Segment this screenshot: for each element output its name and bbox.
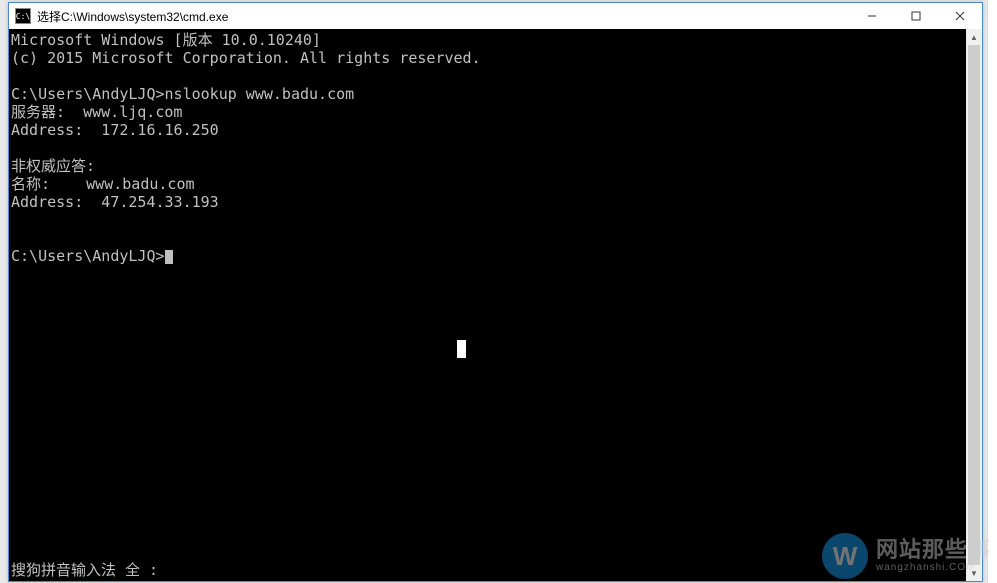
terminal-output[interactable]: Microsoft Windows [版本 10.0.10240] (c) 20…: [9, 29, 966, 581]
terminal-prompt: C:\Users\AndyLJQ>: [11, 247, 165, 265]
minimize-button[interactable]: [850, 3, 894, 29]
scroll-down-button[interactable]: ▼: [966, 565, 982, 581]
close-button[interactable]: [938, 3, 982, 29]
terminal-line: (c) 2015 Microsoft Corporation. All righ…: [11, 49, 481, 67]
scroll-thumb[interactable]: [968, 45, 980, 565]
titlebar[interactable]: C:\ 选择C:\Windows\system32\cmd.exe: [9, 3, 982, 29]
terminal-line: 名称: www.badu.com: [11, 175, 195, 193]
terminal-line: Microsoft Windows [版本 10.0.10240]: [11, 31, 321, 49]
terminal-line: Address: 172.16.16.250: [11, 121, 219, 139]
scroll-track[interactable]: [966, 45, 982, 565]
selection-cursor-icon: [457, 340, 466, 358]
terminal-line: Address: 47.254.33.193: [11, 193, 219, 211]
text-cursor-icon: [165, 250, 173, 264]
scroll-up-button[interactable]: ▲: [966, 29, 982, 45]
vertical-scrollbar[interactable]: ▲ ▼: [966, 29, 982, 581]
cmd-window: C:\ 选择C:\Windows\system32\cmd.exe Micros…: [8, 2, 983, 582]
terminal-line: C:\Users\AndyLJQ>nslookup www.badu.com: [11, 85, 354, 103]
window-title: 选择C:\Windows\system32\cmd.exe: [37, 8, 228, 25]
ime-status: 搜狗拼音输入法 全 :: [11, 561, 158, 579]
terminal-line: 服务器: www.ljq.com: [11, 103, 182, 121]
terminal-line: 非权威应答:: [11, 157, 95, 175]
cmd-icon: C:\: [15, 8, 31, 24]
maximize-button[interactable]: [894, 3, 938, 29]
